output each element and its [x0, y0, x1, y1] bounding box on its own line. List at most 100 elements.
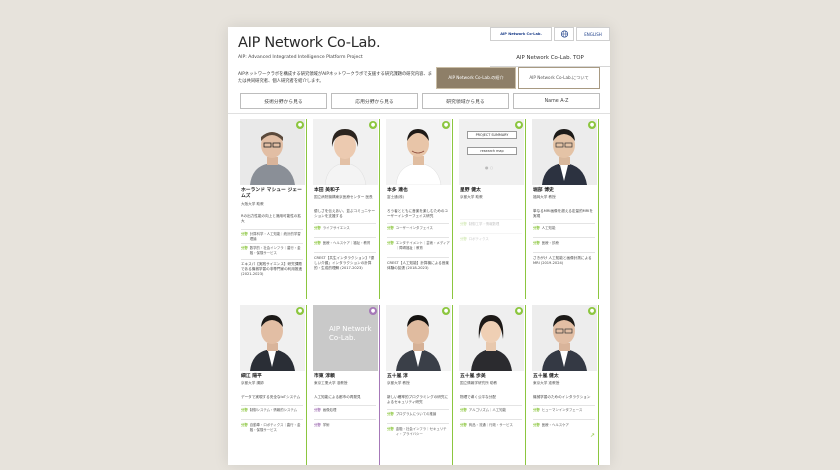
faded-content: 分野 制御工学・情報数理 分野 ロボティクス: [459, 205, 525, 295]
researcher-photo: [386, 305, 451, 371]
about-button[interactable]: AIP Network Co-Lab.について: [518, 67, 600, 89]
tab-name-az[interactable]: Name A-Z: [513, 93, 600, 109]
people-icon: ●: [515, 121, 523, 129]
people-icon: ●: [442, 307, 450, 315]
researcher-name: 本多 達也: [387, 188, 408, 193]
external-link-icon[interactable]: ↗: [590, 432, 595, 439]
researcher-photo: [240, 119, 305, 185]
researcher-affiliation: 東京大学 准教授: [533, 381, 560, 385]
researcher-card[interactable]: ● 本多 達也 富士通(株) ろう者とともに音楽を楽しむためのユーザーインターフ…: [386, 119, 453, 299]
researcher-affiliation: 京都大学 講師: [241, 381, 264, 385]
placeholder-photo: AIP Network Co-Lab.: [313, 305, 378, 371]
people-icon: ●: [296, 121, 304, 129]
researcher-theme: 物理で導く公平な分配: [460, 395, 496, 399]
researcher-card[interactable]: AIP Network Co-Lab. ● 市東 淳頼 東京工業大学 准教授 人…: [313, 305, 380, 465]
project-summary-button[interactable]: PROJECT SUMMARY: [467, 131, 517, 139]
share-box[interactable]: [554, 27, 574, 41]
people-icon: ●: [296, 307, 304, 315]
mini-logo-box[interactable]: AIP Network Co-Lab.: [490, 27, 552, 41]
people-icon: ●: [588, 307, 596, 315]
field-tag: 分野 エンタテイメント｜芸術・メディア｜障碍福祉｜教育: [387, 241, 450, 250]
researcher-name: 細江 陽平: [241, 374, 262, 379]
researcher-photo: [532, 119, 597, 185]
field-tag: 分野 ライフサイエンス: [314, 226, 350, 230]
researcher-name: 市東 淳頼: [314, 374, 335, 379]
researcher-theme: 新しい確率的プログラミングの研究によるセキュリティ研究: [387, 395, 449, 404]
placeholder-logo: AIP Network Co-Lab.: [329, 325, 372, 342]
researcher-theme: Rの出力性能の向上と適用可能性の拡大: [241, 214, 301, 223]
researcher-affiliation: 京都大学 教授: [387, 381, 410, 385]
carousel-dots[interactable]: ● ○: [485, 165, 493, 170]
researcher-theme: 人工知能による都市の再発見: [314, 395, 361, 399]
researcher-name: ホーランド マシュー ジェームズ: [241, 188, 302, 199]
research-map-button[interactable]: research map: [467, 147, 517, 155]
field-tag: 分野 金融・社会インフラ｜セキュリティ・プライバシー: [387, 427, 447, 436]
researcher-affiliation: 国立病院機構東京医療センター 医長: [314, 195, 373, 199]
field-tag: 分野 医療・ヘルスケア｜福祉・教育: [314, 241, 371, 245]
researcher-theme: ろう者とともに音楽を楽しむためのユーザーインターフェイス研究: [387, 209, 449, 218]
divider: [228, 113, 610, 114]
globe-icon: [560, 30, 568, 38]
field-tag: 分野 人工知能: [533, 226, 556, 230]
researcher-photo: [313, 119, 378, 185]
project-summary-panel: PROJECT SUMMARY research map ● ○: [459, 119, 524, 185]
tab-technology[interactable]: 技術分野から見る: [240, 93, 327, 109]
researcher-name: 星野 健太: [460, 188, 481, 193]
tab-application[interactable]: 応用分野から見る: [331, 93, 418, 109]
field-tag: 分野 計算科学・人工知能｜統計的学習理論: [241, 232, 301, 241]
field-tag: 分野 プログラムについての推論: [387, 412, 437, 416]
researcher-card[interactable]: ● 五十嵐 歩美 国立情報学研究所 助教 物理で導く公平な分配 分野 アルゴリズム…: [459, 305, 526, 465]
researcher-name: 堀部 博史: [533, 188, 554, 193]
researcher-card[interactable]: ● 堀部 博史 福岡大学 教授 単なるMRI画像を超える定量的MRIを実現 分野…: [532, 119, 599, 299]
researcher-theme: 機械学習のためのインタラクション: [533, 395, 591, 399]
people-icon: ●: [515, 307, 523, 315]
project-info: エキスパ【実践サイエンス】研究課題である機械学習の非専門家の利用推進 (2021…: [241, 262, 303, 276]
researcher-photo: [386, 119, 451, 185]
field-tag: 分野 ユーザーインタフェイス: [387, 226, 433, 230]
researcher-affiliation: 福岡大学 教授: [533, 195, 556, 199]
people-icon: ●: [369, 307, 377, 315]
field-tag: 分野 自動車・ロボティクス｜農行・金融・保険サービス: [241, 423, 301, 432]
researcher-card[interactable]: ● 本田 美和子 国立病院機構東京医療センター 医長 優しさを伝えあい、並ぶコミ…: [313, 119, 380, 299]
mini-logo: AIP Network Co-Lab.: [500, 32, 542, 36]
people-icon: ●: [442, 121, 450, 129]
field-tag: 分野 商品・流通｜行政・サービス: [460, 423, 513, 427]
top-link[interactable]: AIP Network Co-Lab. TOP: [490, 49, 610, 67]
field-tag: 分野 医療・診療: [533, 241, 559, 245]
field-tag: 分野 学術: [314, 423, 330, 427]
intro-button[interactable]: AIP Network Co-Lab.の紹介: [436, 67, 516, 89]
field-tag: 分野 アルゴリズム｜人工知能: [460, 408, 506, 412]
header: AIP Network Co-Lab. AIP: Advanced Integr…: [228, 27, 610, 93]
researcher-theme: 単なるMRI画像を超える定量的MRIを実現: [533, 209, 593, 218]
intro-text: AIPネットワークラボを構成する研究領域がAIPネットワークラボで支援する研究課…: [238, 72, 433, 84]
field-tag: 分野 医療・ヘルスケア: [533, 423, 569, 427]
field-tag: 分野 画像処理: [314, 408, 337, 412]
field-tag: 分野 制御工学・情報数理: [460, 222, 500, 226]
researcher-name: 五十嵐 健太: [533, 374, 559, 379]
people-icon: ●: [588, 121, 596, 129]
project-info: CREST【共生インタラクション】「優しい介護」インタラクションの計算的・生成的…: [314, 256, 375, 270]
page: AIP Network Co-Lab. AIP: Advanced Integr…: [228, 27, 610, 465]
field-tag: 分野 ヒューマンインタフェース: [533, 408, 583, 412]
researcher-name: 五十嵐 淳: [387, 374, 408, 379]
site-subtitle: AIP: Advanced Integrated Intelligence Pl…: [238, 55, 363, 60]
researcher-name: 本田 美和子: [314, 188, 340, 193]
researcher-photo: [240, 305, 305, 371]
project-info: CREST【人工知能】計算機による音楽体験の拡張 (2018-2023): [387, 261, 449, 270]
researcher-card[interactable]: ● 五十嵐 淳 京都大学 教授 新しい確率的プログラミングの研究によるセキュリテ…: [386, 305, 453, 465]
language-switch[interactable]: ENGLISH: [576, 27, 610, 41]
researcher-card[interactable]: ● 細江 陽平 京都大学 講師 データで実現する安全なIoTシステム 分野 制御シ…: [240, 305, 307, 465]
researcher-photo: [532, 305, 597, 371]
site-logo[interactable]: AIP Network Co-Lab.: [238, 35, 381, 51]
tab-research-area[interactable]: 研究領域から見る: [422, 93, 509, 109]
researcher-card[interactable]: ● ホーランド マシュー ジェームズ 大阪大学 助教 Rの出力性能の向上と適用可…: [240, 119, 307, 299]
researcher-card[interactable]: ● 五十嵐 健太 東京大学 准教授 機械学習のためのインタラクション 分野 ヒュー…: [532, 305, 599, 465]
researcher-affiliation: 国立情報学研究所 助教: [460, 381, 498, 385]
researcher-theme: データで実現する安全なIoTシステム: [241, 395, 301, 399]
filter-tabs: 技術分野から見る 応用分野から見る 研究領域から見る Name A-Z: [240, 93, 600, 109]
researcher-theme: 優しさを伝えあい、並ぶコミュニケーションを支援する: [314, 209, 376, 218]
researcher-name: 五十嵐 歩美: [460, 374, 486, 379]
field-tag: 分野 数学的・社会インフラ｜農行・金融・保険サービス: [241, 246, 301, 255]
researcher-affiliation: 大阪大学 助教: [241, 202, 264, 206]
researcher-card[interactable]: PROJECT SUMMARY research map ● ○ ● 星野 健太…: [459, 119, 526, 299]
